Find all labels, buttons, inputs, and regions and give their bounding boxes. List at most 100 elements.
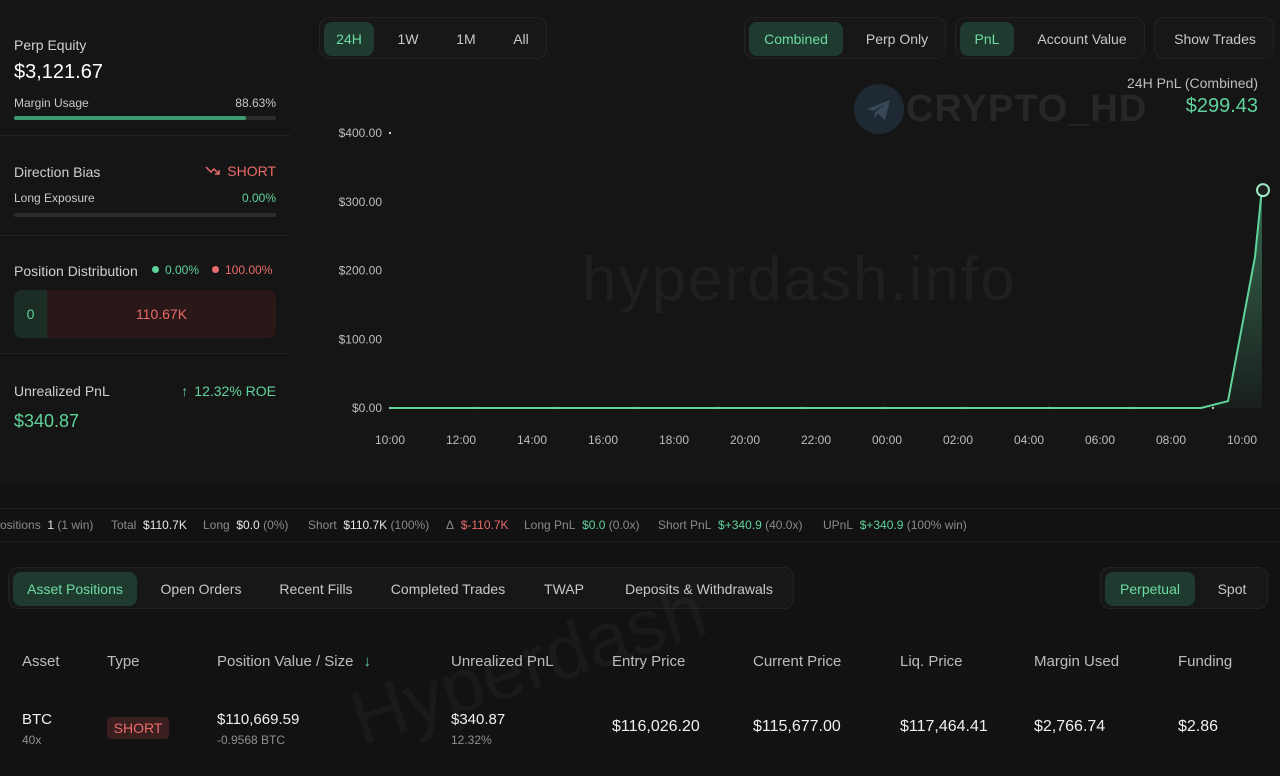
row-type-badge: SHORT [107, 717, 169, 739]
x-tick-label: 10:00 [1227, 433, 1257, 447]
tab-completed-trades[interactable]: Completed Trades [379, 572, 517, 606]
metric-account-value[interactable]: Account Value [1022, 22, 1142, 56]
mode-perp-only[interactable]: Perp Only [851, 22, 943, 56]
arrow-up-icon: ↑ [181, 383, 189, 399]
margin-usage-label: Margin Usage [14, 96, 89, 110]
direction-bias-indicator: SHORT [205, 163, 276, 179]
range-all[interactable]: All [498, 22, 544, 56]
mode-combined[interactable]: Combined [749, 22, 843, 56]
stat-positions-value: 1 [47, 518, 55, 532]
stat-short-pnl-label: Short PnL [658, 518, 712, 532]
x-tick-label: 08:00 [1156, 433, 1186, 447]
col-entry-price[interactable]: Entry Price [612, 653, 685, 670]
stat-short-label: Short [308, 518, 337, 532]
direction-bias-label: Direction Bias [14, 164, 101, 180]
y-tick-label: $0.00 [352, 401, 382, 415]
long-exposure-label: Long Exposure [14, 191, 95, 205]
stat-total-value: $110.7K [143, 518, 187, 532]
stat-upnl-label: UPnL [823, 518, 854, 532]
row-leverage: 40x [22, 733, 42, 747]
distribution-bar: 0 110.67K [14, 290, 276, 338]
stat-long-pnl-value: $0.0 [582, 518, 606, 532]
margin-usage-bar [14, 116, 276, 120]
top-marker [388, 131, 392, 135]
stat-long-pnl-sub: (0.0x) [608, 518, 640, 532]
col-position-value[interactable]: Position Value / Size ↓ [217, 653, 371, 670]
x-tick-label: 22:00 [801, 433, 831, 447]
long-dot-icon [152, 266, 159, 273]
x-tick-label: 10:00 [375, 433, 405, 447]
col-margin-used[interactable]: Margin Used [1034, 653, 1119, 670]
col-type[interactable]: Type [107, 653, 140, 670]
row-asset[interactable]: BTC [22, 711, 52, 728]
distribution-short-segment: 110.67K [135, 306, 188, 322]
trend-down-icon [205, 166, 220, 175]
stat-short-sub: (100%) [390, 518, 430, 532]
roe-indicator: ↑ 12.32% ROE [181, 383, 276, 399]
metric-pnl[interactable]: PnL [960, 22, 1014, 56]
sort-down-icon: ↓ [363, 653, 371, 670]
row-current-price: $115,677.00 [753, 718, 841, 735]
stat-long-sub: (0%) [263, 518, 289, 532]
show-trades-wrap: Show Trades [1154, 17, 1274, 59]
x-tick-label: 06:00 [1085, 433, 1115, 447]
show-trades-button[interactable]: Show Trades [1159, 22, 1271, 56]
position-distribution-label: Position Distribution [14, 263, 138, 279]
stat-short-pnl: Short PnL $+340.9 (40.0x) [658, 518, 802, 532]
stat-delta-label: Δ [446, 518, 455, 532]
stat-short-pnl-value: $+340.9 [718, 518, 762, 532]
stat-long-value: $0.0 [236, 518, 260, 532]
range-1m[interactable]: 1M [442, 22, 490, 56]
dist-long-pct-text: 0.00% [165, 263, 200, 277]
x-tick-label: 18:00 [659, 433, 689, 447]
direction-bias-card: Direction Bias SHORT Long Exposure 0.00% [0, 136, 290, 236]
unrealized-pnl-label: Unrealized PnL [14, 383, 110, 399]
row-entry-price: $116,026.20 [612, 718, 700, 735]
tab-recent-fills[interactable]: Recent Fills [267, 572, 365, 606]
col-asset[interactable]: Asset [22, 653, 60, 670]
mode-toggle: Combined Perp Only [744, 17, 946, 59]
market-perpetual[interactable]: Perpetual [1105, 572, 1195, 606]
row-margin-used: $2,766.74 [1034, 718, 1106, 735]
short-dot-icon [212, 266, 219, 273]
col-unrealized-pnl[interactable]: Unrealized PnL [451, 653, 554, 670]
x-tick-label: 00:00 [872, 433, 902, 447]
perp-equity-card: Perp Equity $3,121.67 Margin Usage 88.63… [0, 0, 290, 136]
stat-long-pnl-label: Long PnL [524, 518, 576, 532]
stats-bar: ositions 1 (1 win) Total $110.7K Long $0… [0, 508, 1280, 542]
y-tick-label: $100.00 [339, 332, 383, 346]
stat-delta: Δ $-110.7K [446, 518, 509, 532]
y-tick-label: $300.00 [339, 195, 383, 209]
margin-usage-value: 88.63% [235, 96, 276, 110]
range-1w[interactable]: 1W [384, 22, 432, 56]
stat-upnl: UPnL $+340.9 (100% win) [823, 518, 967, 532]
row-position-value: $110,669.59 [217, 711, 300, 728]
time-range-selector: 24H 1W 1M All [319, 17, 547, 59]
row-liq-price: $117,464.41 [900, 718, 988, 735]
row-size: -0.9568 BTC [217, 733, 286, 747]
x-tick-label: 02:00 [943, 433, 973, 447]
tab-open-orders[interactable]: Open Orders [149, 572, 253, 606]
range-24h[interactable]: 24H [324, 22, 374, 56]
col-liq-price[interactable]: Liq. Price [900, 653, 963, 670]
dist-short-pct-text: 100.00% [225, 263, 273, 277]
unrealized-pnl-card: Unrealized PnL ↑ 12.32% ROE $340.87 [0, 354, 290, 484]
perp-equity-value: $3,121.67 [14, 61, 103, 83]
col-funding[interactable]: Funding [1178, 653, 1232, 670]
y-tick-label: $200.00 [339, 264, 383, 278]
stat-total-label: Total [111, 518, 137, 532]
stat-delta-value: $-110.7K [460, 518, 509, 532]
col-current-price[interactable]: Current Price [753, 653, 841, 670]
stat-upnl-value: $+340.9 [859, 518, 904, 532]
market-spot[interactable]: Spot [1201, 572, 1263, 606]
direction-bias-value: SHORT [227, 163, 276, 179]
x-tick-label: 04:00 [1014, 433, 1044, 447]
y-tick-label: $400.00 [339, 126, 383, 140]
tab-asset-positions[interactable]: Asset Positions [13, 572, 137, 606]
stat-positions-sub: (1 win) [57, 518, 94, 532]
stat-short-pnl-sub: (40.0x) [765, 518, 803, 532]
overview-panel: Perp Equity $3,121.67 Margin Usage 88.63… [0, 0, 1280, 484]
position-distribution-card: Position Distribution 0.00% 100.00% 0 11… [0, 236, 290, 354]
row-upnl: $340.87 [451, 711, 506, 728]
unrealized-pnl-value: $340.87 [14, 411, 80, 431]
